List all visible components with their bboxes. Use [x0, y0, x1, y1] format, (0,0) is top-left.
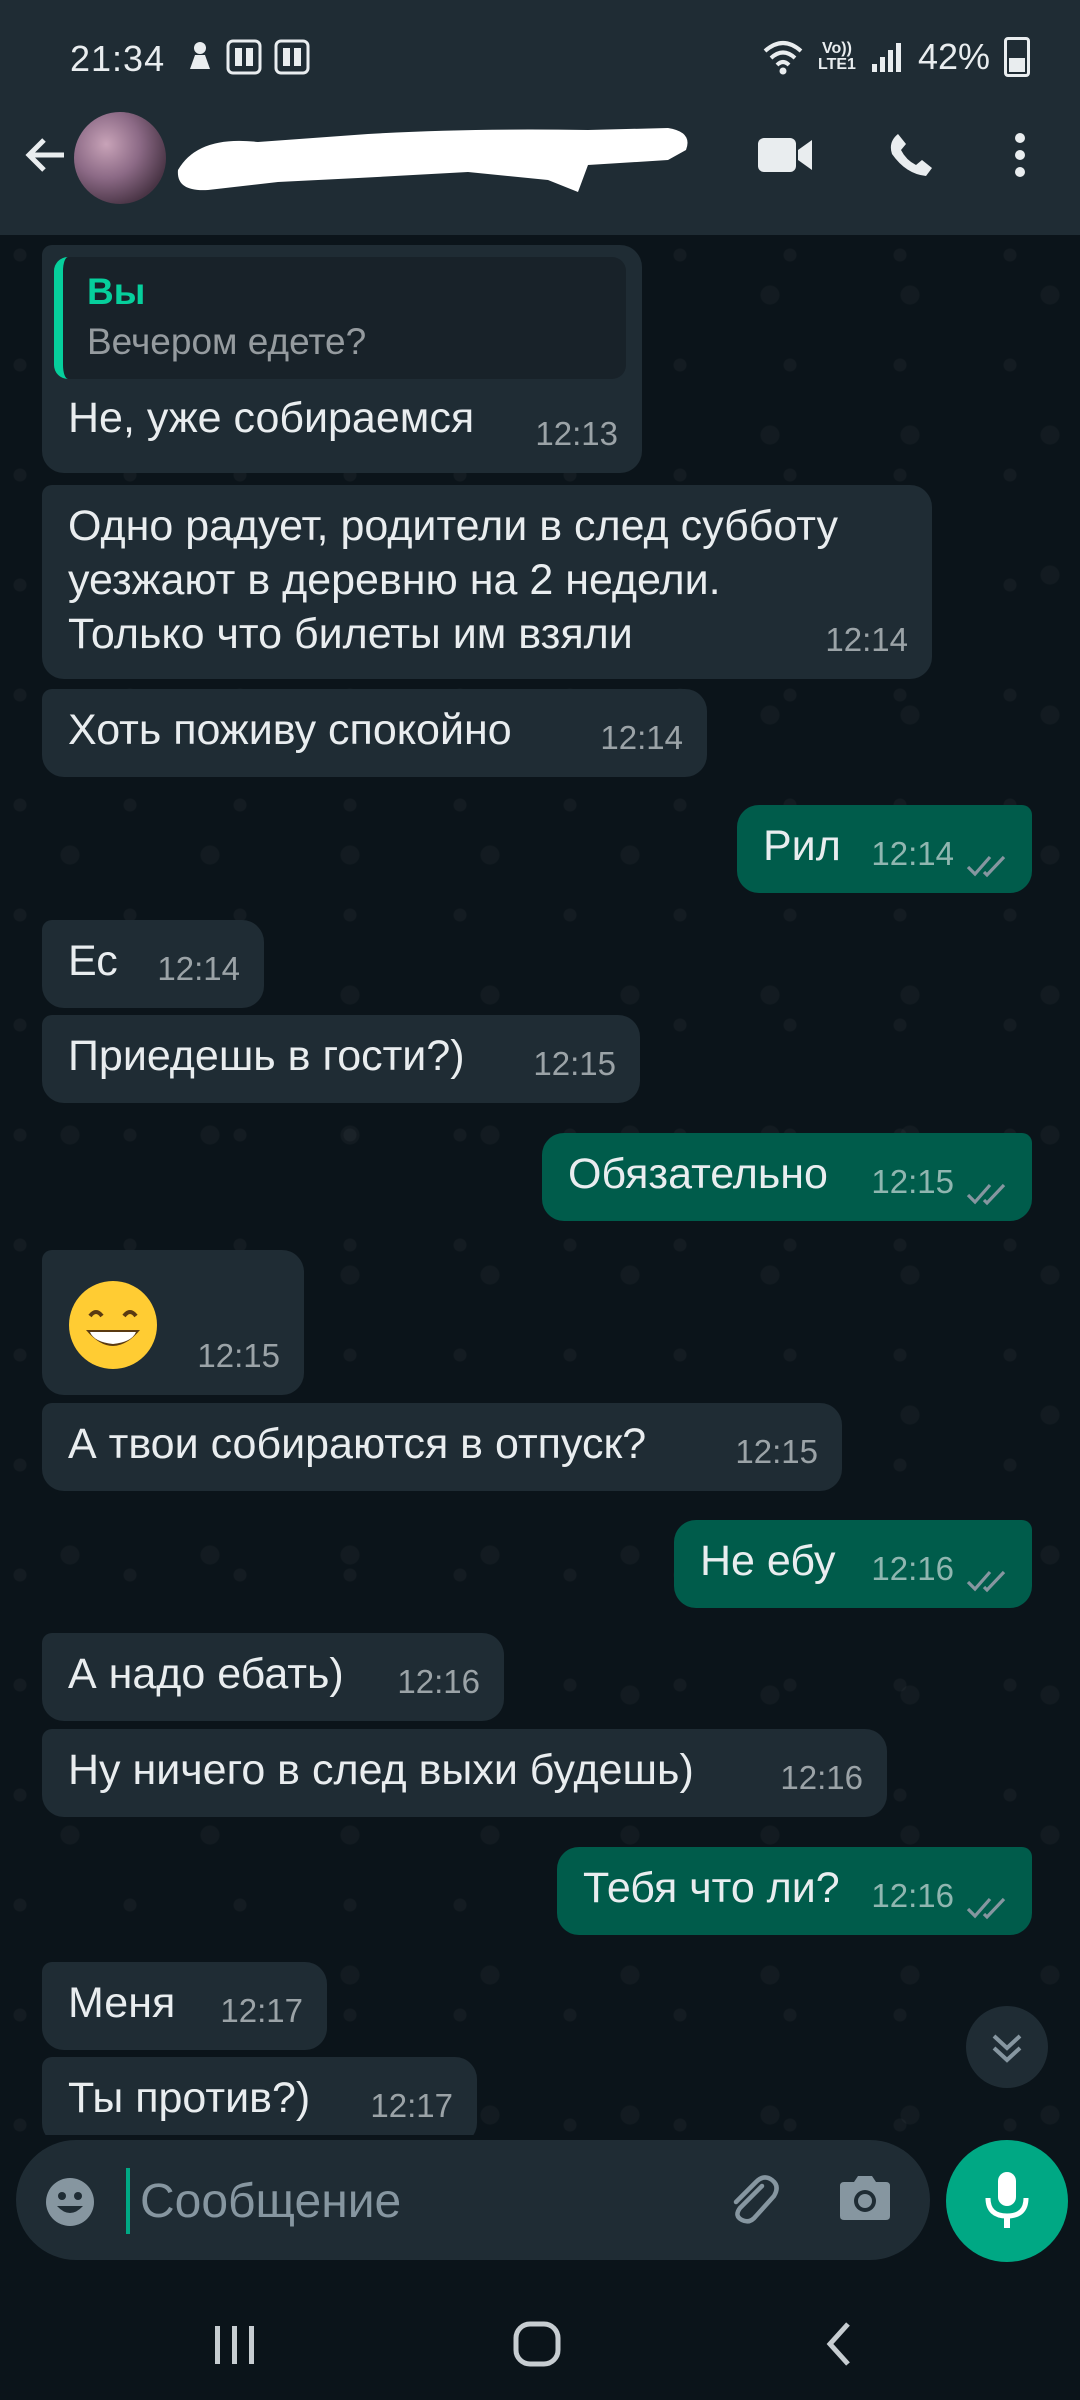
system-back-button[interactable]: [810, 2314, 870, 2379]
battery-level: [1009, 57, 1025, 72]
message-time: 12:14: [157, 950, 240, 987]
app-notification-icon: [274, 39, 310, 75]
message-bubble-incoming[interactable]: Меня 12:17: [42, 1962, 327, 2050]
status-right-icons: Vo)) LTE1 42%: [762, 36, 1030, 78]
wifi-icon: [763, 41, 803, 75]
chevron-left-icon: [826, 2322, 850, 2366]
message-time: 12:15: [735, 1433, 818, 1470]
message-time: 12:14: [871, 835, 954, 872]
message-bubble-incoming[interactable]: Ес 12:14: [42, 920, 264, 1008]
more-options-button[interactable]: [1010, 130, 1030, 185]
signal-icon: [871, 43, 901, 72]
scroll-to-bottom-button[interactable]: [966, 2006, 1048, 2088]
emoji-button[interactable]: [42, 2174, 98, 2235]
message-bubble-incoming[interactable]: А надо ебать) 12:16: [42, 1633, 504, 1721]
quote-text: Вечером едете?: [87, 321, 367, 362]
message-text: А твои собираются в отпуск?: [68, 1420, 647, 1468]
grinning-face-emoji: [69, 1281, 157, 1369]
back-arrow-icon: [25, 138, 64, 172]
read-receipt-icon: [966, 1897, 1006, 1920]
message-text-line: уезжают в деревню на 2 недели.: [68, 556, 721, 604]
message-text: Хоть поживу спокойно: [68, 706, 512, 754]
emoji-icon: [46, 2178, 94, 2226]
message-time: 12:17: [220, 1992, 303, 2029]
home-button[interactable]: [508, 2314, 568, 2379]
battery-icon: [1004, 37, 1030, 77]
message-list[interactable]: Вы Вечером едете? Не, уже собираемся 12:…: [0, 235, 1080, 2135]
message-bubble-outgoing[interactable]: Тебя что ли? 12:16: [557, 1847, 1032, 1935]
message-bubble-outgoing[interactable]: Не ебу 12:16: [674, 1520, 1032, 1608]
video-call-button[interactable]: [756, 130, 814, 185]
read-receipt-icon: [966, 1183, 1006, 1206]
message-time: 12:15: [533, 1045, 616, 1082]
message-input[interactable]: [126, 2168, 722, 2234]
redaction-scribble: [177, 128, 688, 192]
message-bubble-incoming[interactable]: Ты против?) 12:17: [42, 2057, 477, 2135]
message-bubble-incoming[interactable]: Ну ничего в след выхи будешь) 12:16: [42, 1729, 887, 1817]
recents-icon: [215, 2326, 254, 2364]
redacted-contact-name[interactable]: [168, 120, 698, 200]
voice-call-button[interactable]: [886, 130, 936, 185]
message-time: 12:14: [825, 621, 908, 658]
message-bubble-incoming[interactable]: Одно радует, родители в след субботу уез…: [42, 485, 932, 679]
attach-button[interactable]: [722, 2170, 782, 2235]
mic-icon: [985, 2172, 1029, 2228]
system-navigation-bar: [0, 2290, 1080, 2400]
read-receipt-icon: [966, 855, 1006, 878]
message-time: 12:16: [871, 1877, 954, 1914]
chat-header: [0, 90, 1080, 235]
message-time: 12:14: [600, 719, 683, 756]
status-time: 21:34: [70, 38, 166, 79]
home-icon: [513, 2321, 561, 2367]
message-bubble-incoming[interactable]: Хоть поживу спокойно 12:14: [42, 689, 707, 777]
back-button[interactable]: [22, 132, 68, 183]
attach-icon: [733, 2175, 779, 2224]
app-notification-icon: [226, 39, 262, 75]
read-receipt-icon: [966, 1570, 1006, 1593]
message-composer: [16, 2140, 930, 2260]
voice-call-icon: [890, 134, 932, 176]
message-time: 12:17: [370, 2087, 453, 2124]
message-text: Приедешь в гости?): [68, 1032, 465, 1080]
message-time: 12:15: [871, 1163, 954, 1200]
video-call-icon: [758, 138, 812, 172]
quote-author: Вы: [87, 271, 146, 312]
message-bubble-outgoing[interactable]: Обязательно 12:15: [542, 1133, 1032, 1221]
message-text-line: Только что билеты им взяли: [68, 610, 633, 658]
message-time: 12:16: [871, 1550, 954, 1587]
double-chevron-down-icon: [992, 2034, 1022, 2063]
message-bubble-incoming[interactable]: Приедешь в гости?) 12:15: [42, 1015, 640, 1103]
camera-button[interactable]: [836, 2172, 894, 2229]
message-time: 12:16: [397, 1663, 480, 1700]
message-bubble-incoming[interactable]: 😁 12:15: [42, 1250, 304, 1395]
battery-percent: 42%: [917, 36, 990, 77]
recents-button[interactable]: [205, 2314, 265, 2379]
voice-message-button[interactable]: [946, 2140, 1068, 2262]
message-bubble-incoming[interactable]: Вы Вечером едете? Не, уже собираемся 12:…: [42, 245, 642, 473]
message-text: Не ебу: [700, 1537, 836, 1585]
message-text: Не, уже собираемся: [68, 394, 475, 442]
message-time: 12:15: [197, 1337, 280, 1374]
camera-icon: [840, 2176, 890, 2220]
message-text: Ну ничего в след выхи будешь): [68, 1746, 694, 1794]
avatar[interactable]: [74, 112, 166, 204]
volte-icon: Vo)) LTE1: [818, 40, 856, 73]
notification-person-icon: [190, 42, 210, 69]
status-left-icons: [185, 38, 311, 76]
message-bubble-outgoing[interactable]: Рил 12:14: [737, 805, 1032, 893]
more-icon: [1015, 133, 1025, 177]
quoted-message[interactable]: Вы Вечером едете?: [54, 257, 626, 379]
message-time: 12:13: [535, 415, 618, 452]
message-bubble-incoming[interactable]: А твои собираются в отпуск? 12:15: [42, 1403, 842, 1491]
message-text-line: Одно радует, родители в след субботу: [68, 502, 838, 550]
message-time: 12:16: [780, 1759, 863, 1796]
